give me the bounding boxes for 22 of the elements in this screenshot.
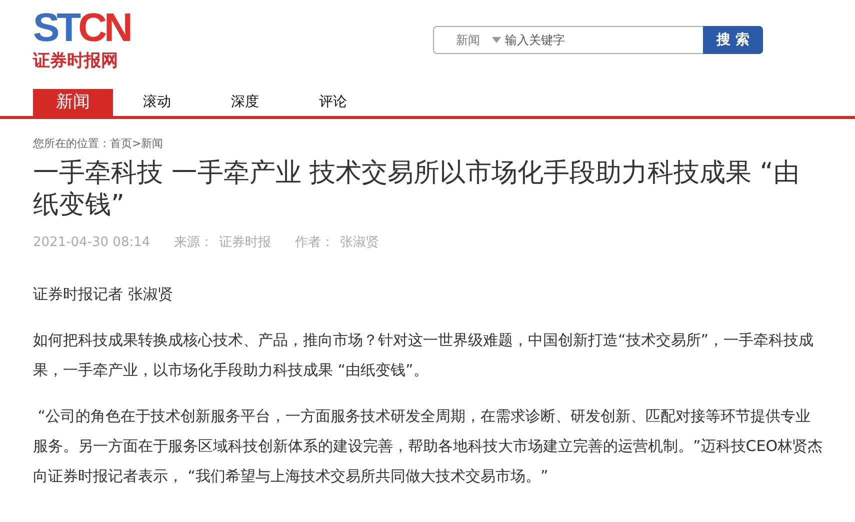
nav-tab[interactable]: 新闻: [33, 89, 113, 116]
source-name: 证券时报: [219, 235, 272, 251]
dropdown-caret-icon: [492, 37, 501, 43]
article-paragraph: 证券时报记者 张淑贤: [33, 284, 174, 305]
author-name: 张淑贤: [340, 235, 380, 251]
author-label: 作者：: [295, 235, 334, 251]
source-label: 来源：: [174, 235, 214, 251]
article-paragraph: 如何把科技成果转换成核心技术、产品，推向市场？针对这一世界级难题，中国创新打造“技术交易所”，一手牵科技成果，一手牵产业，以市场化手段助力科技成果 “由纸变钱”。: [33, 330, 815, 381]
article-title: 一手牵科技 一手牵产业 技术交易所以市场化手段助力科技成果 “由纸变钱”: [33, 157, 800, 221]
breadcrumb: 您所在的位置：首页>新闻: [33, 137, 164, 151]
nav-tab[interactable]: 深度: [201, 89, 289, 116]
logo-name: 证券时报网: [33, 50, 119, 72]
scope-dropdown[interactable]: 新闻: [456, 31, 501, 49]
nav-tab[interactable]: 评论: [289, 89, 377, 116]
nav-tab[interactable]: 滚动: [113, 89, 201, 116]
search-field[interactable]: 新闻 输入关键字: [433, 26, 703, 54]
search-input[interactable]: 输入关键字: [505, 31, 685, 49]
logo-letters: ST: [33, 6, 78, 50]
logo-letters: CN: [78, 6, 130, 50]
article-paragraph: “公司的角色在于技术创新服务平台，一方面服务技术研发全周期，在需求诊断、研发创新、匹配对接等环节提供专业服务。另一方面在于服务区域科技创新体系的建设完善，帮助各地科技大市场建立完善的运营机制。”迈科技CEO林贤杰向证券时报记者表示， “我们希望与上海技术交易所共同做大技术交易市场。”: [33, 406, 824, 487]
search-button[interactable]: 搜 索: [703, 26, 763, 54]
publish-date: 2021-04-30 08:14: [33, 235, 150, 251]
